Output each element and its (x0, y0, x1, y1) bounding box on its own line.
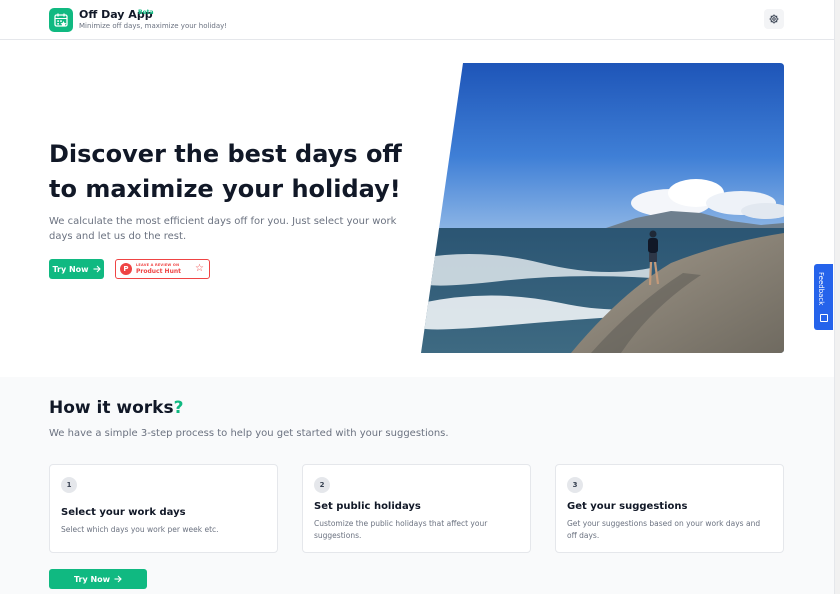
step-description: Get your suggestions based on your work … (567, 519, 761, 540)
step-number: 3 (567, 477, 583, 493)
step-number: 2 (314, 477, 330, 493)
step-card-2: 2 Set public holidays Customize the publ… (302, 464, 531, 553)
product-hunt-name: Product Hunt (136, 268, 181, 275)
step-number: 1 (61, 477, 77, 493)
step-title: Get your suggestions (567, 501, 688, 512)
calendar-icon[interactable] (49, 8, 73, 32)
settings-button[interactable] (764, 9, 784, 29)
try-now-label: Try Now (52, 264, 89, 274)
product-hunt-logo: P (120, 263, 132, 275)
how-it-works-title-accent: ? (173, 398, 184, 418)
how-it-works-title: How it works? (49, 398, 183, 418)
step-card-3: 3 Get your suggestions Get your suggesti… (555, 464, 784, 553)
how-it-works-subtitle: We have a simple 3-step process to help … (49, 428, 449, 439)
gear-icon (769, 14, 779, 24)
top-header: Off Day App Beta Minimize off days, maxi… (0, 0, 834, 40)
feedback-tab[interactable]: Feedback (814, 264, 833, 330)
how-it-works-title-text: How it works (49, 398, 174, 418)
arrow-right-icon (114, 575, 122, 583)
hero-subtitle: We calculate the most efficient days off… (49, 216, 397, 242)
step-description: Customize the public holidays that affec… (314, 519, 488, 540)
product-hunt-small-text: LEAVE A REVIEW ON (136, 263, 180, 267)
try-now-bottom-button[interactable]: Try Now (49, 569, 147, 589)
arrow-right-icon (93, 265, 101, 273)
step-card-1: 1 Select your work days Select which day… (49, 464, 278, 553)
step-description: Select which days you work per week etc. (61, 525, 219, 534)
page-scrollbar[interactable] (834, 0, 840, 594)
star-icon: ☆ (195, 263, 204, 274)
try-now-button[interactable]: Try Now (49, 259, 104, 279)
beta-badge: Beta (138, 9, 154, 16)
feedback-icon (820, 314, 828, 322)
step-title: Select your work days (61, 507, 186, 518)
try-now-label: Try Now (73, 574, 111, 584)
feedback-label: Feedback (817, 272, 825, 306)
beach-photo (421, 63, 784, 353)
step-title: Set public holidays (314, 501, 421, 512)
product-hunt-badge[interactable]: P LEAVE A REVIEW ON Product Hunt ☆ (115, 259, 210, 279)
hero-title: Discover the best days off to maximize y… (49, 140, 402, 203)
app-tagline: Minimize off days, maximize your holiday… (79, 22, 228, 30)
